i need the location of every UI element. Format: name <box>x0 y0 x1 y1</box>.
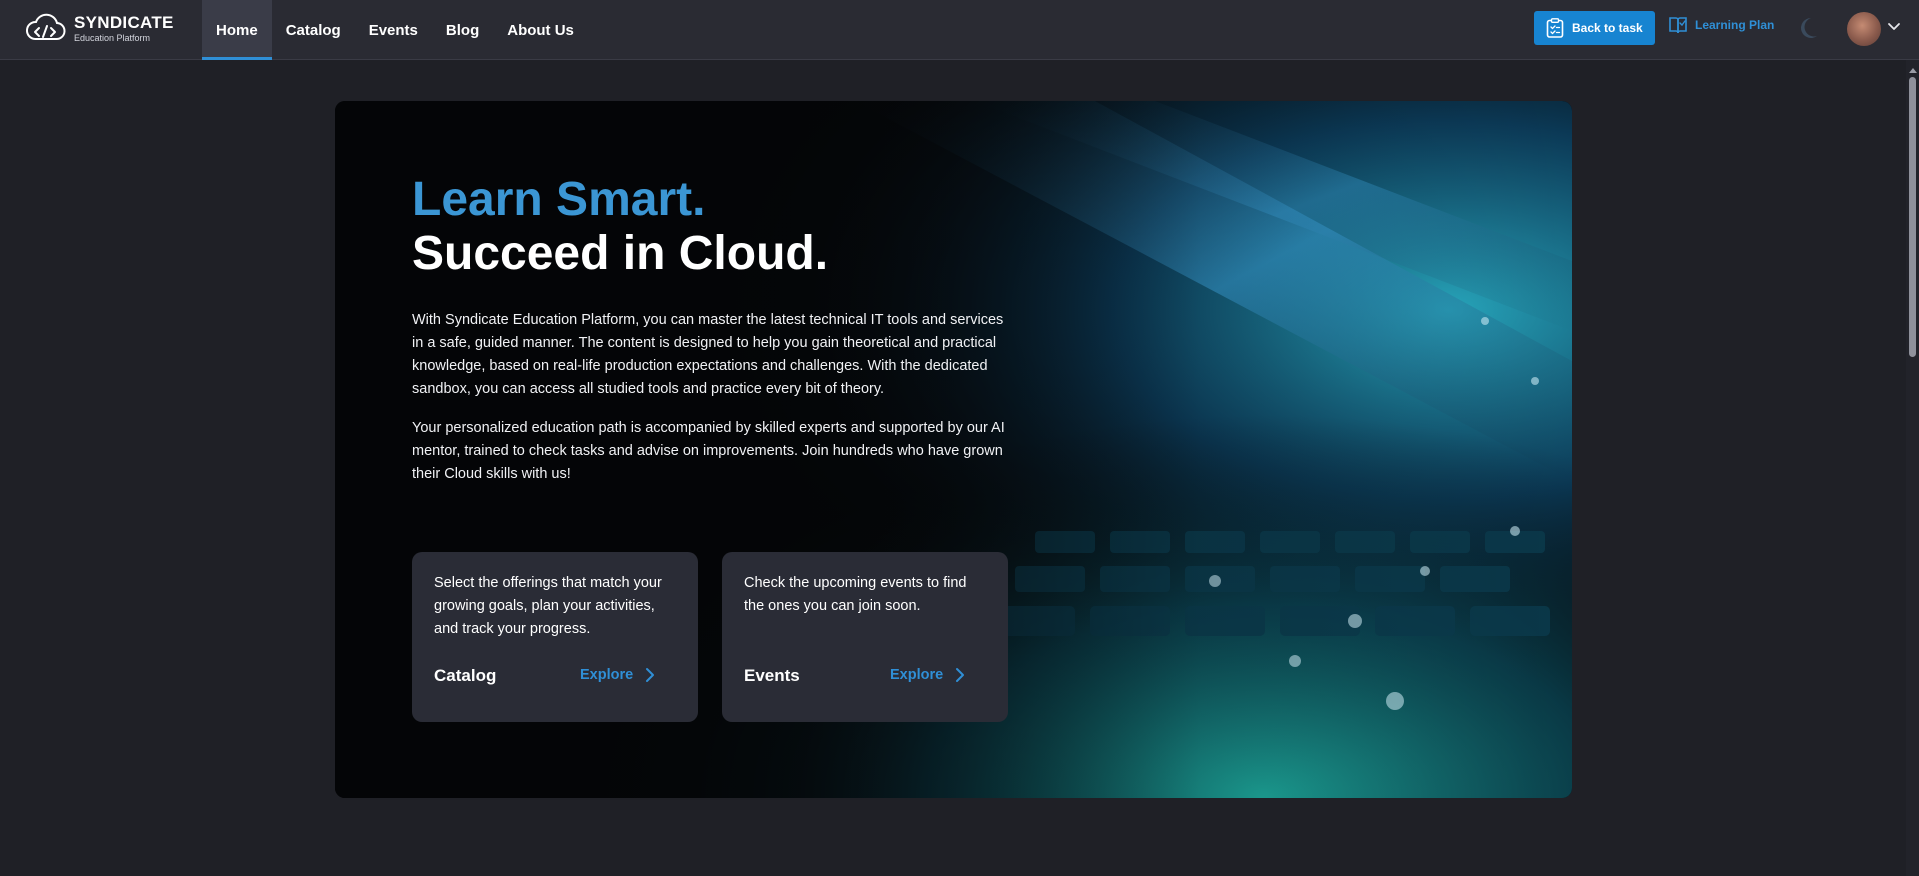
back-to-task-button[interactable]: Back to task <box>1534 11 1655 45</box>
chevron-down-icon[interactable] <box>1887 22 1901 32</box>
card-description: Check the upcoming events to find the on… <box>744 575 967 614</box>
explore-label: Explore <box>890 667 944 683</box>
user-avatar[interactable] <box>1847 12 1881 46</box>
catalog-explore-link[interactable]: Explore <box>580 667 655 683</box>
scroll-up-arrow[interactable] <box>1909 68 1917 73</box>
headline-accent: Learn Smart. <box>412 173 706 226</box>
events-card: Check the upcoming events to find the on… <box>722 552 1008 722</box>
hero-paragraph-1: With Syndicate Education Platform, you c… <box>412 312 1004 397</box>
book-map-icon <box>1669 17 1687 34</box>
nav-about-us[interactable]: About Us <box>493 0 588 60</box>
nav-blog[interactable]: Blog <box>432 0 493 60</box>
events-explore-link[interactable]: Explore <box>890 667 965 683</box>
nav-events[interactable]: Events <box>355 0 432 60</box>
catalog-card: Select the offerings that match your gro… <box>412 552 698 722</box>
hero-banner: Learn Smart. Succeed in Cloud. With Synd… <box>335 101 1572 798</box>
back-to-task-label: Back to task <box>1572 21 1643 35</box>
nav-home[interactable]: Home <box>202 0 272 60</box>
learning-plan-link[interactable]: Learning Plan <box>1668 15 1774 35</box>
scroll-thumb[interactable] <box>1909 77 1916 357</box>
page-scrollbar[interactable] <box>1906 60 1919 876</box>
moon-icon[interactable] <box>1797 16 1819 40</box>
chevron-right-icon <box>646 668 655 682</box>
explore-label: Explore <box>580 667 634 683</box>
top-navigation-bar: SYNDICATE Education Platform Home Catalo… <box>0 0 1919 60</box>
nav-catalog[interactable]: Catalog <box>272 0 355 60</box>
hero-paragraph-2: Your personalized education path is acco… <box>412 420 1005 482</box>
clipboard-check-icon <box>1546 18 1564 38</box>
card-title: Events <box>744 666 800 685</box>
brand-subtitle: Education Platform <box>74 32 151 43</box>
brand-logo[interactable]: SYNDICATE Education Platform <box>24 12 174 44</box>
cloud-code-icon <box>26 13 66 40</box>
card-description: Select the offerings that match your gro… <box>434 575 662 637</box>
chevron-right-icon <box>956 668 965 682</box>
learning-plan-label: Learning Plan <box>1695 18 1775 32</box>
main-nav: Home Catalog Events Blog About Us <box>202 0 588 60</box>
card-title: Catalog <box>434 666 497 685</box>
headline-main: Succeed in Cloud. <box>412 227 829 280</box>
hero-headline: Learn Smart. Succeed in Cloud. <box>412 173 828 281</box>
brand-name: SYNDICATE <box>74 12 174 32</box>
